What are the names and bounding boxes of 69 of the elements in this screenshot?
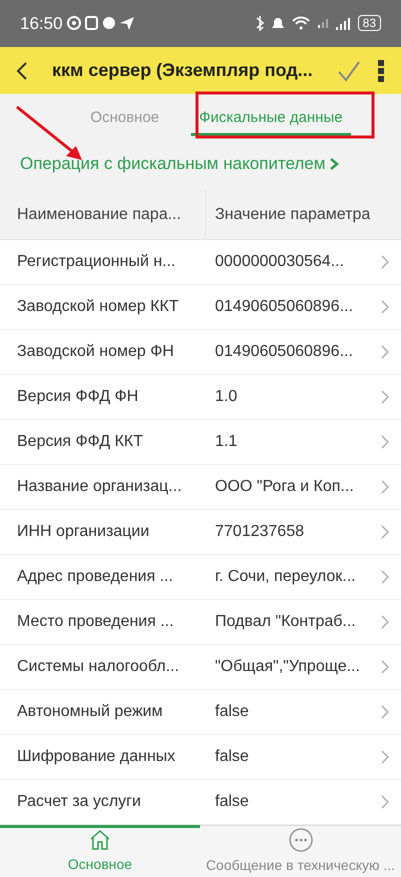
table-cell-text: Заводской номер ФН <box>16 342 175 362</box>
table-row[interactable]: Заводской номер ФН 01490605060896... <box>0 330 401 376</box>
table-cell-text: Системы налогообл... <box>16 657 180 678</box>
table-cell-text: ООО "Рога и Коп... <box>214 477 355 498</box>
send-icon <box>120 16 134 30</box>
table-cell-text: Подвал "Контраб... <box>214 612 357 632</box>
table-cell-text: Шифрование данных <box>16 747 176 768</box>
table-cell-text: "Общая","Упроще... <box>214 657 361 678</box>
chevron-icon <box>381 480 389 494</box>
table-row[interactable]: Системы налогообл... "Общая","Упроще... <box>0 645 401 690</box>
signal-icon <box>318 18 328 28</box>
chevron-icon <box>381 345 389 360</box>
home-icon <box>89 828 111 851</box>
status-time: 16:50 <box>20 12 63 35</box>
table-cell-text: Версия ФФД ФН <box>16 387 140 408</box>
chevron-icon <box>381 570 389 584</box>
table-cell-text: Заводской номер ККТ <box>16 297 180 318</box>
chevron-icon <box>381 255 389 270</box>
table-cell-text: 01490605060896... <box>214 297 354 318</box>
chevron-icon <box>381 660 389 674</box>
menu-icon[interactable] <box>377 58 385 82</box>
chevron-icon <box>381 615 389 630</box>
table-cell-text: ИНН организации <box>16 522 150 542</box>
chevron-icon <box>381 300 389 314</box>
wifi-icon <box>292 16 310 30</box>
table-row[interactable]: Название организац... ООО "Рога и Коп... <box>0 465 401 510</box>
table-cell-text: 1.0 <box>214 387 238 408</box>
table-row[interactable]: Шифрование данных false <box>0 735 401 780</box>
table-row[interactable]: Автономный режим false <box>0 690 401 736</box>
back-icon[interactable] <box>16 60 28 80</box>
table-row[interactable]: Адрес проведения ... г. Сочи, переулок... <box>0 555 401 600</box>
table-cell-text: 0000000030564... <box>214 252 346 272</box>
table-cell-text: Место проведения ... <box>16 612 175 632</box>
chevron-icon <box>381 705 389 720</box>
table-row[interactable]: ИНН организации 7701237658 <box>0 510 401 556</box>
chevron-icon <box>381 435 389 450</box>
table-cell-text: false <box>214 702 250 722</box>
table-row[interactable]: Заводской номер ККТ 01490605060896... <box>0 285 401 330</box>
eye-icon <box>66 16 81 30</box>
table-cell-text: Автономный режим <box>16 702 164 722</box>
table-row[interactable]: Версия ФФД ФН 1.0 <box>0 375 401 420</box>
battery-level: 83 <box>358 15 381 32</box>
chevron-icon <box>381 750 389 764</box>
chevron-icon <box>381 390 389 404</box>
table-cell-text: г. Сочи, переулок... <box>214 567 357 588</box>
table-cell-text: false <box>214 792 250 812</box>
table-cell-text: 1.1 <box>214 432 238 452</box>
table-cell-text: 01490605060896... <box>214 342 354 362</box>
column-header: Наименование пара... <box>0 190 206 240</box>
table-cell-text: false <box>214 747 250 768</box>
table-cell-text: Адрес проведения ... <box>16 567 174 588</box>
checkmark-icon[interactable] <box>337 60 361 82</box>
window-title: ккм сервер (Экземпляр под... <box>52 59 313 82</box>
bell-icon <box>272 17 284 30</box>
table-cell-text: Регистрационный н... <box>16 252 176 272</box>
chevron-icon <box>381 795 389 810</box>
column-header: Значение параметра <box>214 204 372 225</box>
bluetooth-icon <box>256 15 264 32</box>
table-cell-text: Название организац... <box>16 477 183 498</box>
table-row[interactable]: Место проведения ... Подвал "Контраб... <box>0 600 401 646</box>
signal-icon <box>336 16 350 30</box>
table-cell-text: Расчет за услуги <box>16 792 142 812</box>
table-cell-text: Версия ФФД ККТ <box>16 432 144 452</box>
table-cell-text: 7701237658 <box>214 522 305 542</box>
chevron-icon <box>329 157 340 172</box>
chevron-icon <box>381 525 389 540</box>
table-row[interactable]: Регистрационный н... 0000000030564... <box>0 240 401 286</box>
more-icon <box>288 828 312 852</box>
table-row[interactable]: Версия ФФД ККТ 1.1 <box>0 420 401 466</box>
